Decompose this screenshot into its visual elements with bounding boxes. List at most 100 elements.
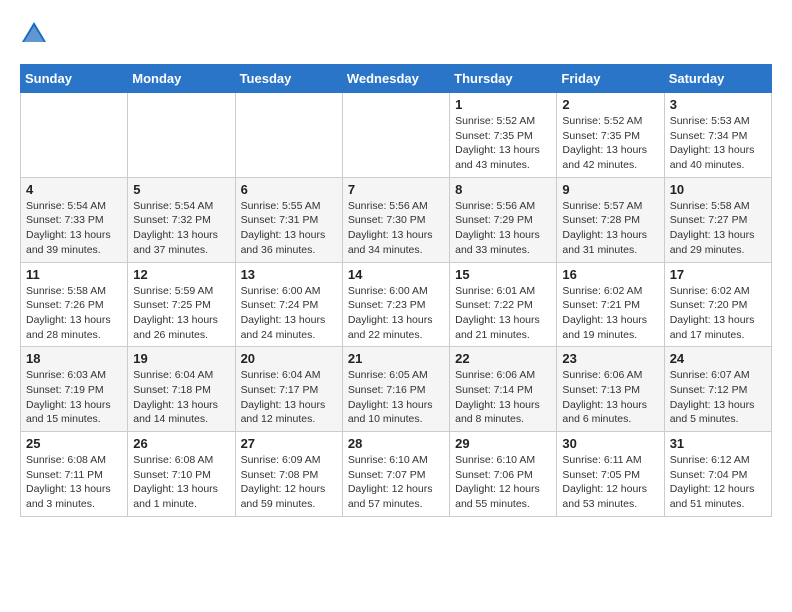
day-number: 21 xyxy=(348,351,444,366)
calendar-cell: 17 Sunrise: 6:02 AM Sunset: 7:20 PM Dayli… xyxy=(664,262,771,347)
calendar-cell xyxy=(235,93,342,178)
day-info: Sunrise: 6:07 AM Sunset: 7:12 PM Dayligh… xyxy=(670,368,766,427)
day-number: 23 xyxy=(562,351,658,366)
weekday-header-saturday: Saturday xyxy=(664,65,771,93)
weekday-header-sunday: Sunday xyxy=(21,65,128,93)
day-number: 3 xyxy=(670,97,766,112)
calendar-cell: 3 Sunrise: 5:53 AM Sunset: 7:34 PM Daylig… xyxy=(664,93,771,178)
day-info: Sunrise: 5:57 AM Sunset: 7:28 PM Dayligh… xyxy=(562,199,658,258)
calendar-cell: 9 Sunrise: 5:57 AM Sunset: 7:28 PM Daylig… xyxy=(557,177,664,262)
calendar-cell: 6 Sunrise: 5:55 AM Sunset: 7:31 PM Daylig… xyxy=(235,177,342,262)
day-number: 10 xyxy=(670,182,766,197)
day-info: Sunrise: 5:54 AM Sunset: 7:33 PM Dayligh… xyxy=(26,199,122,258)
calendar-cell: 8 Sunrise: 5:56 AM Sunset: 7:29 PM Daylig… xyxy=(450,177,557,262)
day-info: Sunrise: 5:55 AM Sunset: 7:31 PM Dayligh… xyxy=(241,199,337,258)
calendar-week-row: 4Sunrise: 5:54 AM Sunset: 7:33 PM Daylig… xyxy=(21,177,772,262)
day-info: Sunrise: 5:58 AM Sunset: 7:27 PM Dayligh… xyxy=(670,199,766,258)
calendar-cell: 31Sunrise: 6:12 AM Sunset: 7:04 PM Dayli… xyxy=(664,432,771,517)
day-info: Sunrise: 6:10 AM Sunset: 7:07 PM Dayligh… xyxy=(348,453,444,512)
day-info: Sunrise: 6:11 AM Sunset: 7:05 PM Dayligh… xyxy=(562,453,658,512)
calendar-cell: 7 Sunrise: 5:56 AM Sunset: 7:30 PM Daylig… xyxy=(342,177,449,262)
calendar-cell: 16 Sunrise: 6:02 AM Sunset: 7:21 PM Dayli… xyxy=(557,262,664,347)
day-info: Sunrise: 5:56 AM Sunset: 7:30 PM Dayligh… xyxy=(348,199,444,258)
logo xyxy=(20,20,52,48)
day-number: 14 xyxy=(348,267,444,282)
day-number: 20 xyxy=(241,351,337,366)
day-info: Sunrise: 6:10 AM Sunset: 7:06 PM Dayligh… xyxy=(455,453,551,512)
day-number: 12 xyxy=(133,267,229,282)
logo-icon xyxy=(20,20,48,48)
calendar-cell: 28 Sunrise: 6:10 AM Sunset: 7:07 PM Dayli… xyxy=(342,432,449,517)
day-info: Sunrise: 6:02 AM Sunset: 7:20 PM Dayligh… xyxy=(670,284,766,343)
calendar-week-row: 1 Sunrise: 5:52 AM Sunset: 7:35 PM Daylig… xyxy=(21,93,772,178)
day-info: Sunrise: 6:08 AM Sunset: 7:11 PM Dayligh… xyxy=(26,453,122,512)
calendar-cell: 18 Sunrise: 6:03 AM Sunset: 7:19 PM Dayli… xyxy=(21,347,128,432)
calendar-cell: 24 Sunrise: 6:07 AM Sunset: 7:12 PM Dayli… xyxy=(664,347,771,432)
calendar-week-row: 11Sunrise: 5:58 AM Sunset: 7:26 PM Dayli… xyxy=(21,262,772,347)
calendar-cell: 10 Sunrise: 5:58 AM Sunset: 7:27 PM Dayli… xyxy=(664,177,771,262)
calendar-cell: 19Sunrise: 6:04 AM Sunset: 7:18 PM Dayli… xyxy=(128,347,235,432)
day-info: Sunrise: 5:52 AM Sunset: 7:35 PM Dayligh… xyxy=(562,114,658,173)
day-number: 30 xyxy=(562,436,658,451)
day-info: Sunrise: 6:05 AM Sunset: 7:16 PM Dayligh… xyxy=(348,368,444,427)
day-number: 1 xyxy=(455,97,551,112)
weekday-header-tuesday: Tuesday xyxy=(235,65,342,93)
day-number: 5 xyxy=(133,182,229,197)
day-number: 16 xyxy=(562,267,658,282)
day-info: Sunrise: 6:06 AM Sunset: 7:13 PM Dayligh… xyxy=(562,368,658,427)
weekday-header-thursday: Thursday xyxy=(450,65,557,93)
calendar-cell xyxy=(21,93,128,178)
day-info: Sunrise: 5:53 AM Sunset: 7:34 PM Dayligh… xyxy=(670,114,766,173)
day-info: Sunrise: 6:09 AM Sunset: 7:08 PM Dayligh… xyxy=(241,453,337,512)
day-info: Sunrise: 6:03 AM Sunset: 7:19 PM Dayligh… xyxy=(26,368,122,427)
day-number: 31 xyxy=(670,436,766,451)
calendar-cell: 25Sunrise: 6:08 AM Sunset: 7:11 PM Dayli… xyxy=(21,432,128,517)
calendar-cell: 21 Sunrise: 6:05 AM Sunset: 7:16 PM Dayli… xyxy=(342,347,449,432)
day-info: Sunrise: 6:04 AM Sunset: 7:18 PM Dayligh… xyxy=(133,368,229,427)
calendar-cell: 5 Sunrise: 5:54 AM Sunset: 7:32 PM Daylig… xyxy=(128,177,235,262)
page-header xyxy=(20,20,772,48)
calendar-cell: 30 Sunrise: 6:11 AM Sunset: 7:05 PM Dayli… xyxy=(557,432,664,517)
day-number: 6 xyxy=(241,182,337,197)
calendar-cell: 27 Sunrise: 6:09 AM Sunset: 7:08 PM Dayli… xyxy=(235,432,342,517)
day-info: Sunrise: 6:00 AM Sunset: 7:24 PM Dayligh… xyxy=(241,284,337,343)
calendar-cell: 2Sunrise: 5:52 AM Sunset: 7:35 PM Daylig… xyxy=(557,93,664,178)
day-number: 7 xyxy=(348,182,444,197)
day-info: Sunrise: 6:02 AM Sunset: 7:21 PM Dayligh… xyxy=(562,284,658,343)
day-number: 18 xyxy=(26,351,122,366)
calendar-cell: 1 Sunrise: 5:52 AM Sunset: 7:35 PM Daylig… xyxy=(450,93,557,178)
calendar-cell: 4Sunrise: 5:54 AM Sunset: 7:33 PM Daylig… xyxy=(21,177,128,262)
calendar-cell: 14 Sunrise: 6:00 AM Sunset: 7:23 PM Dayli… xyxy=(342,262,449,347)
day-info: Sunrise: 6:08 AM Sunset: 7:10 PM Dayligh… xyxy=(133,453,229,512)
day-number: 28 xyxy=(348,436,444,451)
weekday-header-wednesday: Wednesday xyxy=(342,65,449,93)
calendar-cell: 26Sunrise: 6:08 AM Sunset: 7:10 PM Dayli… xyxy=(128,432,235,517)
calendar-cell: 12 Sunrise: 5:59 AM Sunset: 7:25 PM Dayli… xyxy=(128,262,235,347)
calendar-cell xyxy=(342,93,449,178)
day-number: 9 xyxy=(562,182,658,197)
day-info: Sunrise: 5:54 AM Sunset: 7:32 PM Dayligh… xyxy=(133,199,229,258)
calendar-cell: 22Sunrise: 6:06 AM Sunset: 7:14 PM Dayli… xyxy=(450,347,557,432)
day-info: Sunrise: 5:59 AM Sunset: 7:25 PM Dayligh… xyxy=(133,284,229,343)
calendar-table: SundayMondayTuesdayWednesdayThursdayFrid… xyxy=(20,64,772,517)
day-number: 27 xyxy=(241,436,337,451)
day-info: Sunrise: 5:52 AM Sunset: 7:35 PM Dayligh… xyxy=(455,114,551,173)
day-number: 8 xyxy=(455,182,551,197)
day-number: 13 xyxy=(241,267,337,282)
day-info: Sunrise: 5:56 AM Sunset: 7:29 PM Dayligh… xyxy=(455,199,551,258)
calendar-cell: 23 Sunrise: 6:06 AM Sunset: 7:13 PM Dayli… xyxy=(557,347,664,432)
calendar-cell: 29 Sunrise: 6:10 AM Sunset: 7:06 PM Dayli… xyxy=(450,432,557,517)
weekday-header-friday: Friday xyxy=(557,65,664,93)
calendar-cell: 15Sunrise: 6:01 AM Sunset: 7:22 PM Dayli… xyxy=(450,262,557,347)
day-number: 29 xyxy=(455,436,551,451)
calendar-cell: 13 Sunrise: 6:00 AM Sunset: 7:24 PM Dayli… xyxy=(235,262,342,347)
day-number: 24 xyxy=(670,351,766,366)
day-number: 11 xyxy=(26,267,122,282)
calendar-cell xyxy=(128,93,235,178)
day-info: Sunrise: 6:00 AM Sunset: 7:23 PM Dayligh… xyxy=(348,284,444,343)
day-number: 17 xyxy=(670,267,766,282)
day-info: Sunrise: 6:04 AM Sunset: 7:17 PM Dayligh… xyxy=(241,368,337,427)
calendar-week-row: 25Sunrise: 6:08 AM Sunset: 7:11 PM Dayli… xyxy=(21,432,772,517)
day-info: Sunrise: 6:06 AM Sunset: 7:14 PM Dayligh… xyxy=(455,368,551,427)
calendar-header-row: SundayMondayTuesdayWednesdayThursdayFrid… xyxy=(21,65,772,93)
